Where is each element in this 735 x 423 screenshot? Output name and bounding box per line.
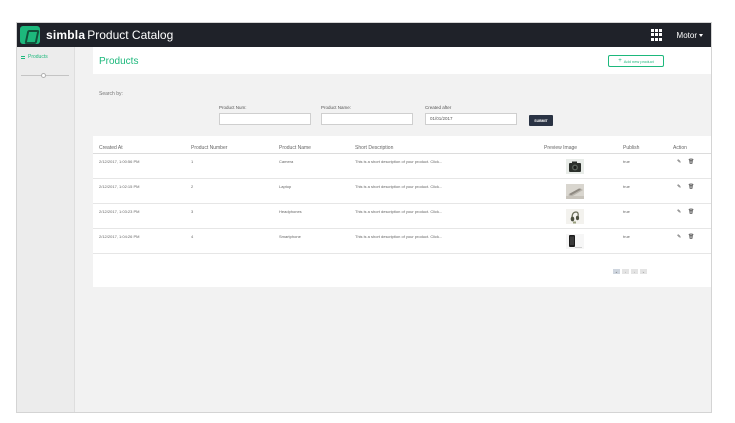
trash-icon[interactable]: 🗑 (688, 184, 694, 190)
cell-created-at: 2/12/2017, 1:00:56 PM (99, 159, 140, 164)
app-title: Product Catalog (87, 28, 174, 42)
search-label: Search by: (99, 91, 123, 97)
sidebar-item-products[interactable]: Products (21, 54, 48, 60)
top-bar: simbla Product Catalog Motor (17, 23, 711, 47)
sidebar-slider[interactable] (21, 73, 69, 78)
apps-grid-icon[interactable] (650, 29, 663, 41)
last-page-button[interactable]: » (640, 269, 647, 274)
cell-product-number: 4 (191, 234, 194, 239)
first-page-button[interactable]: « (613, 269, 620, 274)
app-frame: simbla Product Catalog Motor Products Pr… (16, 22, 712, 413)
table-row[interactable]: 2/12/2017, 1:04:26 PM 4 Smartphone This … (93, 229, 711, 254)
caret-down-icon (699, 33, 703, 37)
smartphone-image[interactable] (566, 234, 584, 249)
cell-product-name: Laptop (279, 184, 292, 189)
cell-created-at: 2/12/2017, 1:03:23 PM (99, 209, 140, 214)
column-header-short-description: Short Description (355, 145, 394, 151)
cell-publish: true (623, 184, 630, 189)
cell-short-description: This is a short description of your prod… (355, 234, 443, 239)
pagination: « ‹ › » (613, 269, 649, 274)
product-num-input[interactable] (219, 113, 311, 125)
cell-short-description: This is a short description of your prod… (355, 159, 443, 164)
add-product-label: Add new product (623, 58, 654, 64)
cell-publish: true (623, 234, 630, 239)
cell-product-name: Camera (279, 159, 294, 164)
cell-product-name: Headphones (279, 209, 302, 214)
edit-icon[interactable]: ✎ (677, 234, 681, 240)
edit-icon[interactable]: ✎ (677, 159, 681, 165)
cell-created-at: 2/12/2017, 1:02:15 PM (99, 184, 140, 189)
page-title: Products (99, 56, 139, 67)
column-header-product-name: Product Name (279, 145, 311, 151)
product-name-label: Product Name: (321, 105, 352, 110)
column-header-created-at: Created At (99, 145, 123, 151)
brand-name: simbla (46, 28, 86, 42)
trash-icon[interactable]: 🗑 (688, 159, 694, 165)
table-row[interactable]: 2/12/2017, 1:00:56 PM 1 Camera This is a… (93, 154, 711, 179)
prev-page-button[interactable]: ‹ (622, 269, 629, 274)
main-panel: Products + Add new product Search by: Pr… (93, 47, 711, 287)
camera-image[interactable] (566, 159, 584, 174)
product-name-input[interactable] (321, 113, 413, 125)
plus-icon: + (618, 58, 622, 64)
sidebar: Products (17, 47, 75, 412)
edit-icon[interactable]: ✎ (677, 209, 681, 215)
created-after-label: Created after (425, 105, 452, 110)
headphones-image[interactable] (566, 209, 584, 224)
laptop-image[interactable] (566, 184, 584, 199)
column-header-product-number: Product Number (191, 145, 228, 151)
created-after-input[interactable]: 01/01/2017 (425, 113, 517, 125)
cell-product-name: Smartphone (279, 234, 301, 239)
trash-icon[interactable]: 🗑 (688, 209, 694, 215)
list-icon (21, 55, 25, 59)
trash-icon[interactable]: 🗑 (688, 234, 694, 240)
sidebar-item-label: Products (28, 54, 48, 60)
add-product-button[interactable]: + Add new product (608, 55, 664, 67)
table-row[interactable]: 2/12/2017, 1:03:23 PM 3 Headphones This … (93, 204, 711, 229)
cell-created-at: 2/12/2017, 1:04:26 PM (99, 234, 140, 239)
cell-product-number: 2 (191, 184, 194, 189)
cell-publish: true (623, 159, 630, 164)
search-area (93, 74, 711, 136)
user-name: Motor (676, 30, 697, 40)
simbla-logo-icon (20, 26, 40, 44)
cell-short-description: This is a short description of your prod… (355, 184, 443, 189)
column-header-preview-image: Preview Image (544, 145, 578, 151)
column-header-action: Action (673, 145, 687, 151)
next-page-button[interactable]: › (631, 269, 638, 274)
cell-publish: true (623, 209, 630, 214)
column-header-publish: Publish (623, 145, 640, 151)
table-row[interactable]: 2/12/2017, 1:02:15 PM 2 Laptop This is a… (93, 179, 711, 204)
cell-product-number: 1 (191, 159, 194, 164)
edit-icon[interactable]: ✎ (677, 184, 681, 190)
submit-button[interactable]: SUBMIT (529, 115, 553, 126)
user-menu[interactable]: Motor (677, 31, 703, 40)
cell-short-description: This is a short description of your prod… (355, 209, 443, 214)
product-num-label: Product Num: (219, 105, 247, 110)
slider-handle[interactable] (41, 73, 46, 78)
cell-product-number: 3 (191, 209, 194, 214)
